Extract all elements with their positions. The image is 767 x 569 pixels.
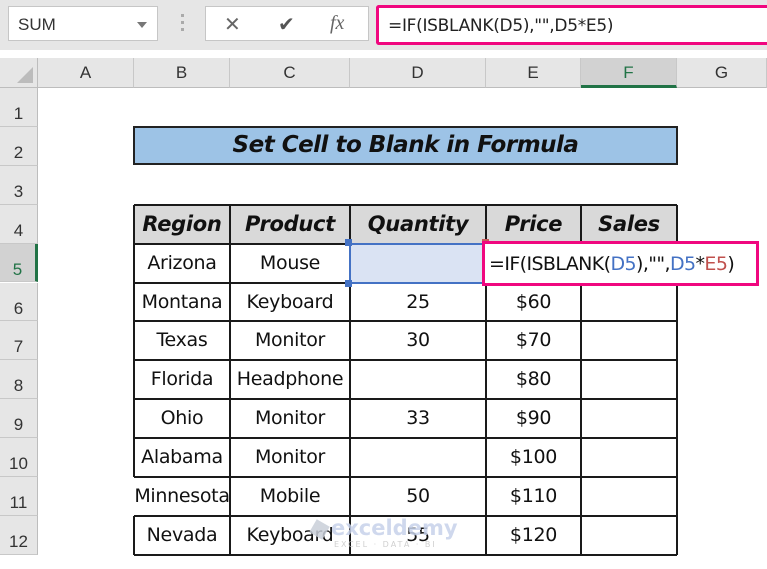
cancel-icon[interactable]: ✕ [224,12,241,37]
table-header-region[interactable]: Region [134,204,230,244]
table-border [133,515,135,555]
table-cell-price[interactable]: $120 [486,516,581,555]
table-cell-price[interactable]: $90 [486,399,581,438]
row-header-9[interactable]: 9 [0,399,38,439]
table-cell-region[interactable]: Florida [134,360,230,399]
table-border [133,204,135,477]
table-border [134,398,677,401]
name-box-value: SUM [18,15,56,34]
watermark-brand: exceldemy [331,516,458,540]
formula-ref-d5: D5 [610,253,636,275]
table-cell-product[interactable]: Monitor [230,321,350,360]
table-border [134,320,677,323]
table-cell-quantity[interactable]: 30 [350,321,486,360]
formula-bar-area: SUM ✕ ✔ fx =IF(ISBLANK(D5),"",D5*E5) [0,0,767,50]
table-cell-quantity[interactable]: 50 [350,477,486,516]
watermark: exceldemy EXCEL · DATA · BI [309,516,458,549]
table-cell-region[interactable]: Arizona [134,244,230,283]
row-header-4[interactable]: 4 [0,204,38,244]
formula-buttons: ✕ ✔ fx [205,6,369,41]
table-border [134,437,677,440]
table-cell-price[interactable]: $70 [486,321,581,360]
sheet-title[interactable]: Set Cell to Blank in Formula [133,126,678,165]
watermark-tagline: EXCEL · DATA · BI [334,540,437,549]
table-cell-region[interactable]: Texas [134,321,230,360]
table-cell-product[interactable]: Monitor [230,438,350,477]
table-cell-sales[interactable] [581,360,677,399]
table-border [134,203,677,206]
column-header-g[interactable]: G [677,58,767,88]
drag-handle-icon[interactable] [181,14,184,34]
row-header-6[interactable]: 6 [0,282,38,322]
row-header-8[interactable]: 8 [0,360,38,400]
chevron-down-icon[interactable] [137,22,147,28]
enter-icon[interactable]: ✔ [278,12,295,37]
column-header-b[interactable]: B [134,58,230,88]
exceldemy-logo-icon [309,518,330,540]
column-header-a[interactable]: A [38,58,134,88]
table-cell-sales[interactable] [581,321,677,360]
selected-cell-d5[interactable] [349,243,487,284]
table-cell-product[interactable]: Mobile [230,477,350,516]
row-header-7[interactable]: 7 [0,321,38,361]
table-cell-price[interactable]: $100 [486,438,581,477]
table-cell-region[interactable]: Nevada [134,516,230,555]
formula-input[interactable]: =IF(ISBLANK(D5),"",D5*E5) [376,5,767,45]
table-cell-quantity[interactable]: 25 [350,283,486,322]
selection-handle[interactable] [345,239,352,246]
table-border [134,359,677,362]
table-cell-product[interactable]: Mouse [230,244,350,283]
select-all-icon [17,67,33,83]
table-cell-price[interactable]: $110 [486,477,581,516]
formula-part: =IF(ISBLANK( [489,253,611,275]
column-header-f[interactable]: F [581,58,677,88]
name-box[interactable]: SUM [8,6,158,41]
select-all-button[interactable] [0,58,38,88]
table-cell-price[interactable]: $80 [486,360,581,399]
table-cell-sales[interactable] [581,438,677,477]
table-cell-product[interactable]: Monitor [230,399,350,438]
table-header-quantity[interactable]: Quantity [350,204,486,244]
table-header-product[interactable]: Product [230,204,350,244]
row-header-11[interactable]: 11 [0,477,38,516]
row-header-2[interactable]: 2 [0,126,38,166]
formula-text: =IF(ISBLANK(D5),"",D5*E5) [388,16,614,36]
row-header-10[interactable]: 10 [0,438,38,477]
cell-formula-text: =IF(ISBLANK(D5),"",D5*E5) [489,253,735,275]
column-header-e[interactable]: E [486,58,581,88]
column-header-c[interactable]: C [230,58,350,88]
selection-handle[interactable] [345,280,352,287]
table-cell-sales[interactable] [581,516,677,555]
table-cell-product[interactable]: Keyboard [230,283,350,322]
insert-function-icon[interactable]: fx [330,12,344,35]
formula-part: ) [727,253,735,275]
formula-ref-e5: E5 [704,253,728,275]
row-header-12[interactable]: 12 [0,515,38,555]
table-cell-sales[interactable] [581,477,677,516]
table-cell-region[interactable]: Ohio [134,399,230,438]
formula-part: ),"", [636,253,671,275]
table-border [229,204,231,555]
table-cell-sales[interactable] [581,283,677,322]
table-border [134,553,677,556]
table-cell-region[interactable]: Montana [134,283,230,322]
row-header-5[interactable]: 5 [0,243,38,283]
table-cell-product[interactable]: Headphone [230,360,350,399]
table-cell-region[interactable]: Minnesota [134,477,230,516]
table-cell-sales[interactable] [581,399,677,438]
column-header-d[interactable]: D [350,58,486,88]
table-header-price[interactable]: Price [486,204,581,244]
row-header-3[interactable]: 3 [0,165,38,205]
row-header-1[interactable]: 1 [0,88,38,127]
table-cell-quantity[interactable] [350,438,486,477]
table-border [134,476,677,478]
cell-editor-f5[interactable]: =IF(ISBLANK(D5),"",D5*E5) [482,241,759,286]
table-cell-quantity[interactable] [350,360,486,399]
formula-ref-d5: D5 [669,253,696,275]
table-cell-price[interactable]: $60 [486,283,581,322]
table-cell-quantity[interactable]: 33 [350,399,486,438]
table-header-sales[interactable]: Sales [581,204,677,244]
table-cell-region[interactable]: Alabama [134,438,230,477]
